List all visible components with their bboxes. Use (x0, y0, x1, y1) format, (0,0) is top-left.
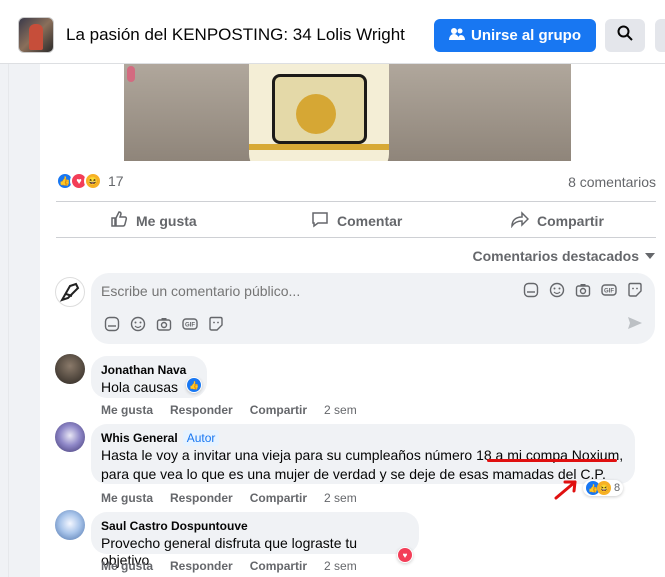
camera-icon[interactable] (574, 281, 591, 298)
post-image[interactable] (124, 64, 571, 161)
sketch-avatar-icon (59, 282, 80, 302)
bottle-band (249, 144, 389, 150)
commenter-name[interactable]: Whis General (101, 431, 178, 445)
comment-like-link[interactable]: Me gusta (101, 491, 153, 505)
commenter-name[interactable]: Jonathan Nava (101, 363, 197, 377)
comment-share-link[interactable]: Compartir (250, 559, 307, 573)
camera-icon[interactable] (155, 315, 172, 332)
reaction-summary[interactable]: 👍 ♥ 😆 17 (56, 172, 124, 190)
more-options-button[interactable] (655, 19, 665, 52)
red-arrow-annotation (554, 480, 577, 500)
gif-icon[interactable]: GIF (600, 281, 617, 298)
comment-reactions[interactable]: 👍 😆 8 (583, 480, 624, 496)
comment-actions: Me gusta Responder Compartir 2 sem (101, 491, 357, 505)
group-title[interactable]: La pasión del KENPOSTING: 34 Lolis Wrigh… (66, 25, 405, 45)
share-button[interactable]: Compartir (511, 210, 604, 231)
avatar-sticker-icon[interactable] (522, 281, 539, 298)
thumbs-up-icon (110, 210, 128, 231)
comment-bubble: Saul Castro Dospuntouve Provecho general… (91, 512, 419, 568)
svg-text:GIF: GIF (185, 322, 195, 328)
comment-like-link[interactable]: Me gusta (101, 559, 153, 573)
join-group-label: Unirse al grupo (470, 27, 582, 44)
comment-actions: Me gusta Responder Compartir 2 sem (101, 559, 357, 573)
comment-button[interactable]: Comentar (311, 210, 402, 231)
group-header: La pasión del KENPOSTING: 34 Lolis Wrigh… (0, 0, 665, 64)
love-reaction-icon: ♥ (398, 548, 412, 562)
commenter-avatar[interactable] (55, 510, 85, 540)
composer-tools-bottom: GIF (103, 315, 224, 332)
search-icon (617, 25, 633, 46)
author-badge: Autor (182, 430, 220, 446)
haha-reaction-icon: 😆 (84, 172, 102, 190)
group-avatar[interactable] (18, 17, 54, 53)
like-label: Me gusta (136, 212, 197, 229)
left-gutter (0, 64, 40, 577)
comment-reactions[interactable]: 👍 (186, 377, 202, 393)
commenter-name-row: Whis General Autor (101, 430, 625, 446)
commenter-avatar[interactable] (55, 354, 85, 384)
comment-reply-link[interactable]: Responder (170, 559, 233, 573)
comment-composer: GIF GIF (91, 273, 655, 344)
comment-bubble-icon (311, 210, 329, 231)
comment-reply-link[interactable]: Responder (170, 491, 233, 505)
avatar-sticker-icon[interactable] (103, 315, 120, 332)
comment-share-link[interactable]: Compartir (250, 403, 307, 417)
sticker-icon[interactable] (626, 281, 643, 298)
comment-reactions[interactable]: ♥ (397, 547, 413, 563)
gutter-divider (8, 64, 9, 577)
haha-reaction-icon: 😆 (597, 481, 611, 495)
share-arrow-icon (511, 210, 530, 231)
comment-reaction-count: 8 (614, 482, 621, 494)
group-people-icon (448, 27, 465, 45)
comment-input[interactable] (101, 283, 501, 299)
composer-tools-top: GIF (522, 281, 643, 298)
sticker-icon[interactable] (207, 315, 224, 332)
reaction-count: 17 (108, 173, 124, 189)
like-button[interactable]: Me gusta (110, 210, 197, 231)
comment-timestamp[interactable]: 2 sem (324, 491, 357, 505)
red-underline-annotation (487, 459, 617, 462)
join-group-button[interactable]: Unirse al grupo (434, 19, 596, 52)
commenter-name[interactable]: Saul Castro Dospuntouve (101, 519, 409, 533)
emoji-icon[interactable] (548, 281, 565, 298)
current-user-avatar[interactable] (55, 277, 85, 307)
comment-timestamp[interactable]: 2 sem (324, 559, 357, 573)
gif-icon[interactable]: GIF (181, 315, 198, 332)
like-reaction-icon: 👍 (187, 378, 201, 392)
post-action-bar: Me gusta Comentar Compartir (56, 201, 656, 238)
comment-count[interactable]: 8 comentarios (568, 174, 656, 190)
post-card: 👍 ♥ 😆 17 8 comentarios Me gusta Comentar… (40, 64, 665, 577)
comment-sort-dropdown[interactable]: Comentarios destacados (472, 248, 655, 264)
comment-text: Hola causas (101, 379, 179, 395)
emoji-icon[interactable] (129, 315, 146, 332)
comment-timestamp[interactable]: 2 sem (324, 403, 357, 417)
bottle-emblem (296, 94, 336, 134)
comment-bubble: Whis General Autor Hasta le voy a invitar… (91, 424, 635, 484)
send-icon[interactable] (627, 315, 643, 336)
comment-share-link[interactable]: Compartir (250, 491, 307, 505)
comment-like-link[interactable]: Me gusta (101, 403, 153, 417)
comment-reply-link[interactable]: Responder (170, 403, 233, 417)
comment-text-line2: para que vea lo que es una mujer de verd… (101, 466, 606, 482)
comment-actions: Me gusta Responder Compartir 2 sem (101, 403, 357, 417)
svg-text:GIF: GIF (604, 288, 614, 294)
commenter-avatar[interactable] (55, 422, 85, 452)
share-label: Compartir (537, 212, 604, 229)
caret-down-icon (645, 253, 655, 259)
search-button[interactable] (605, 19, 645, 52)
comment-sort-label: Comentarios destacados (472, 248, 640, 264)
comment-label: Comentar (337, 212, 403, 229)
image-detail (127, 66, 135, 82)
